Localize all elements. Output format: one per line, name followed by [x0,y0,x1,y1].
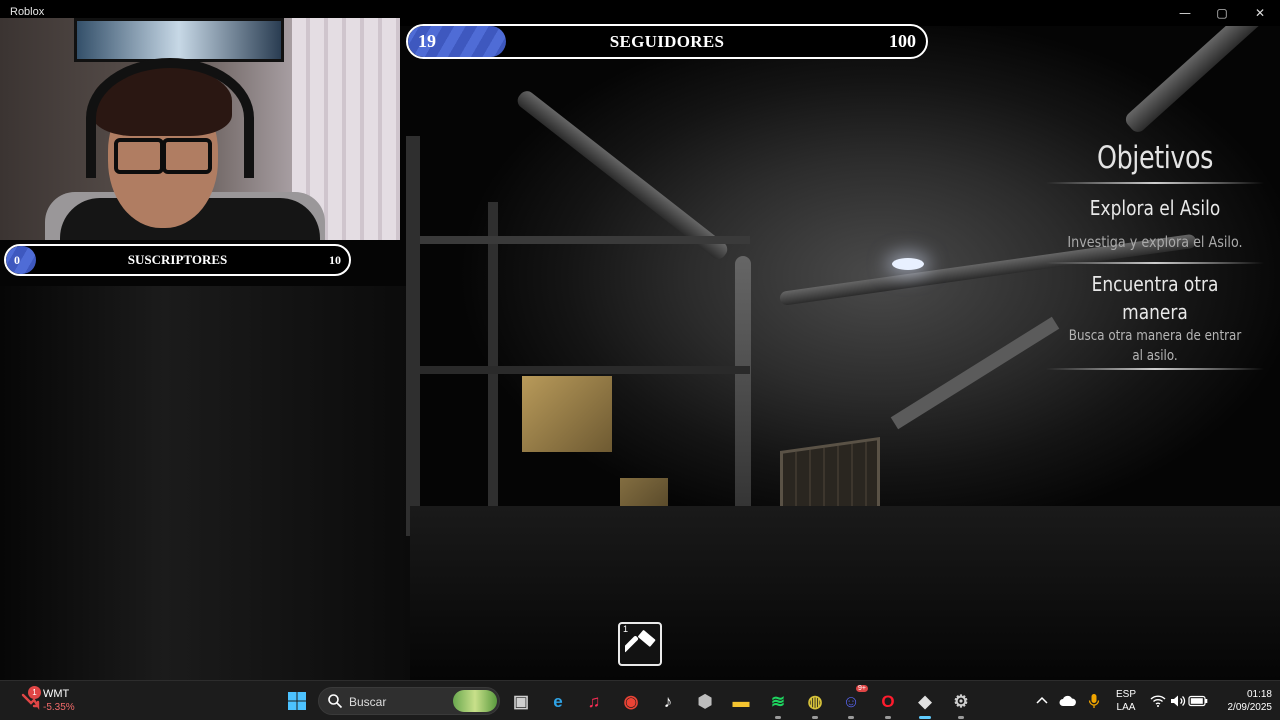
stock-ticker: WMT [43,688,70,700]
running-indicator [848,716,854,719]
objective-2-description: Busca otra manera de entrar al asilo. [1068,328,1242,364]
followers-label: SEGUIDORES [609,31,725,51]
taskbar-app-task-view[interactable]: ▣ [509,689,533,713]
taskbar-clock[interactable]: 01:18 2/09/2025 [1212,688,1273,714]
folder-icon: ▬ [732,691,750,711]
webcam-overlay [0,18,400,240]
taskbar-app-chrome[interactable]: ◉ [619,689,643,713]
taskbar-search-box[interactable]: Buscar [318,687,500,715]
discord-notification-badge: 9+ [856,685,868,692]
scene-ladder [890,316,1060,430]
battery-icon[interactable] [1186,689,1210,713]
webcam-monitor [74,18,284,62]
taskbar-app-tiktok[interactable]: ♪ [656,689,680,713]
glasses-icon [114,138,212,174]
taskbar-app-roblox[interactable]: ◆ [913,689,937,719]
discord-icon: ☺ [842,691,860,711]
maximize-button[interactable]: ▢ [1203,0,1241,26]
scene-shelf-board [420,236,750,244]
taskbar-app-obs[interactable]: ⬢ [693,689,717,713]
search-placeholder: Buscar [349,695,387,709]
scene-floor [410,506,1280,680]
subscribers-label: SUSCRIPTORES [127,252,228,267]
search-highlight-art [453,690,497,712]
search-icon [328,694,343,709]
running-indicator [775,716,781,719]
start-button[interactable] [285,689,309,713]
scene-pipe [1122,26,1280,136]
objectives-divider [1046,368,1264,370]
followers-progress-bar: SEGUIDORES 19 100 [406,24,928,59]
followers-goal: 100 [889,31,916,51]
music-icon: ♫ [587,691,601,711]
taskbar-app-spotify[interactable]: ≋ [766,689,790,719]
taskbar-app-file-explorer[interactable]: ▬ [729,689,753,713]
keyboard-layout: LAA [1116,702,1136,713]
followers-current: 19 [418,31,436,51]
clock-date: 2/09/2025 [1227,702,1273,713]
scene-wall-left [0,286,410,680]
windows-logo-icon [288,692,306,710]
taskbar-app-steam-like[interactable]: ⚙ [949,689,973,719]
edge-icon: e [553,691,563,711]
tray-chevron-up-icon[interactable] [1030,689,1054,713]
taskbar-app-music[interactable]: ♫ [582,689,606,713]
objective-1-title: Explora el Asilo [1089,196,1221,220]
tiktok-icon: ♪ [663,691,673,711]
globe-icon: ◍ [807,691,823,711]
obs-icon: ⬢ [697,691,713,711]
objective-1-description: Investiga y explora el Asilo. [1067,233,1243,251]
running-indicator [812,716,818,719]
opera-icon: O [881,691,895,711]
subscribers-goal: 10 [329,252,341,267]
objectives-divider [1046,262,1264,264]
stock-widget[interactable]: 1 WMT -5.35% [20,686,110,715]
microphone-icon[interactable] [1082,689,1106,713]
taskbar: 1 WMT -5.35% Buscar ▣ e ♫ ◉ ♪ ⬢ ▬ ≋ ◍ ☺ 9+ O ◆ ⚙ ESP … [0,680,1280,720]
onedrive-cloud-icon[interactable] [1056,689,1080,713]
objectives-title: Objetivos [1096,140,1214,176]
language-indicator[interactable]: ESP LAA [1108,688,1144,714]
language-code: ESP [1115,689,1136,700]
taskbar-app-opera[interactable]: O [876,689,900,719]
scene-shelf-post [406,136,420,536]
subscribers-current: 0 [14,252,20,267]
stock-notification-badge: 1 [28,686,41,699]
ceiling-lamp [892,258,924,270]
close-button[interactable]: ✕ [1241,0,1279,26]
subscribers-progress-bar: SUSCRIPTORES 0 10 [4,244,351,276]
scene-cardboard-box [522,376,612,452]
stock-change: -5.35% [43,702,75,713]
roblox-icon: ◆ [918,691,932,711]
taskbar-app-edge[interactable]: e [546,689,570,713]
objectives-divider [1046,182,1264,184]
running-indicator [919,716,931,719]
taskbar-app-discord[interactable]: ☺ 9+ [839,685,868,719]
window-title: Roblox [10,6,45,18]
gear-icon: ⚙ [953,691,969,711]
running-indicator [958,716,964,719]
hotbar-slot-1[interactable]: 1 [618,622,662,666]
running-indicator [885,716,891,719]
hammer-icon [625,630,656,653]
scene-shelf-board [420,366,750,374]
chrome-icon: ◉ [623,691,639,711]
spotify-icon: ≋ [770,691,786,711]
objectives-panel: Objetivos Explora el Asilo Investiga y e… [1040,136,1270,372]
minimize-button[interactable]: — [1166,0,1204,26]
task-view-icon: ▣ [512,691,530,711]
clock-time: 01:18 [1246,689,1272,700]
objective-2-title: Encuentra otra manera [1091,272,1219,324]
taskbar-app-app-yellow[interactable]: ◍ [803,689,827,719]
